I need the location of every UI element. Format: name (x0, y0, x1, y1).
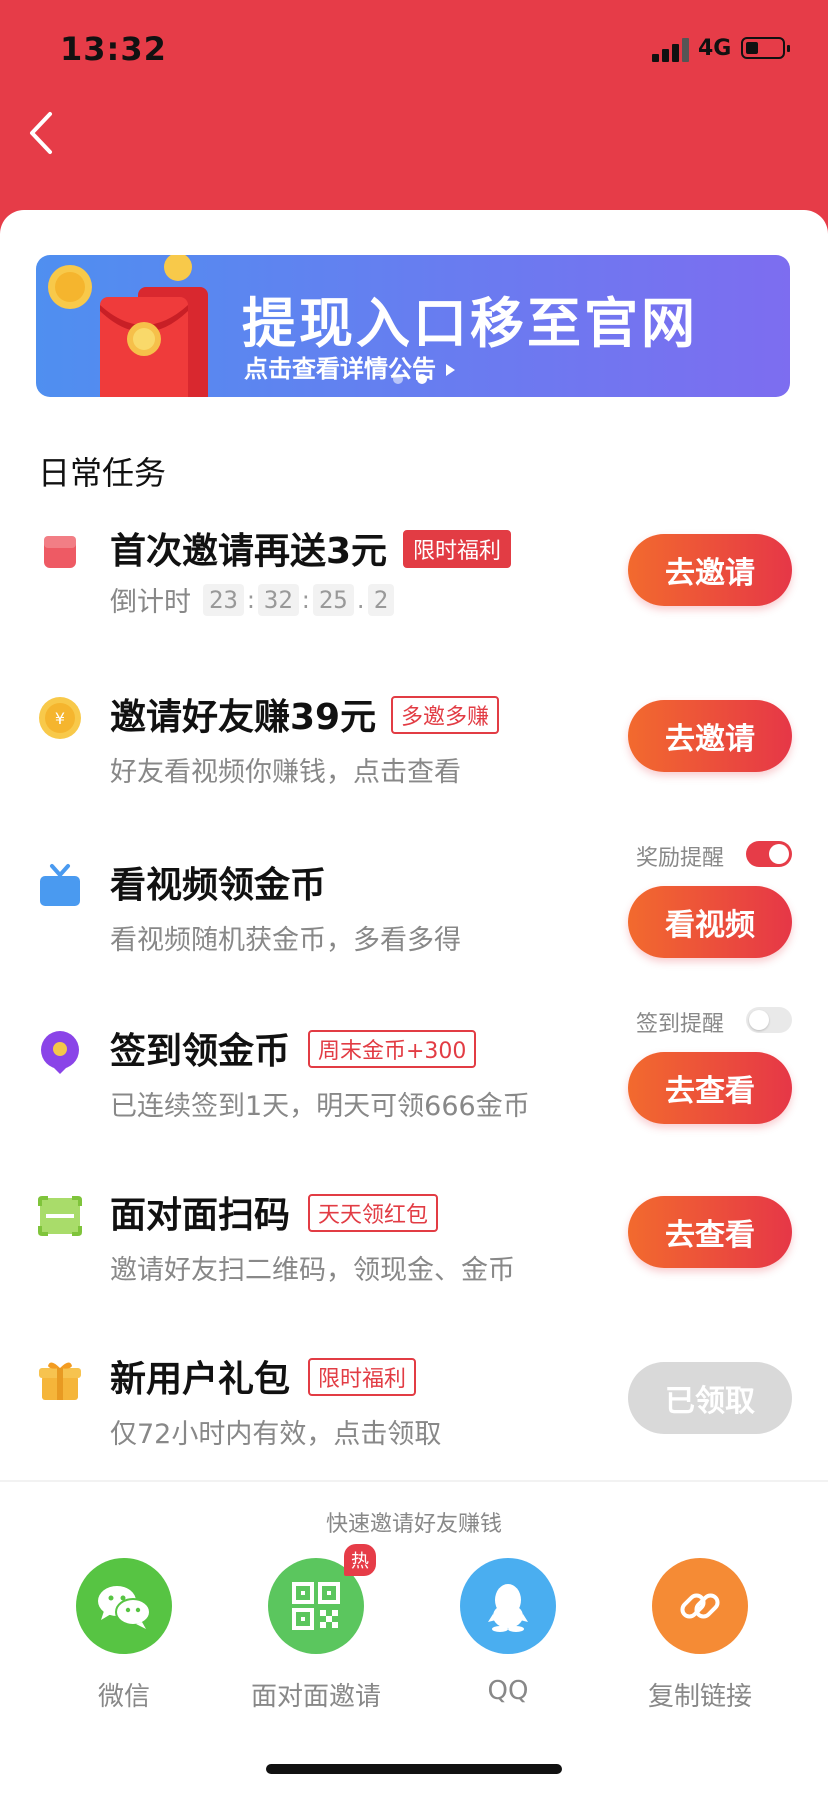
share-copy-link-button[interactable]: 复制链接 (620, 1558, 780, 1718)
task-title: 签到领金币 (110, 1031, 291, 1072)
red-envelope-icon (48, 255, 208, 397)
share-panel: 快速邀请好友赚钱 微信 热 面对面邀请 QQ 复制链接 (0, 1480, 828, 1794)
pagination-dot-active (417, 374, 427, 384)
task-row-invite-friends: ¥ 邀请好友赚39元 多邀多赚 好友看视频你赚钱，点击查看 去邀请 (0, 678, 828, 828)
red-envelope-icon (44, 536, 76, 568)
task-description: 好友看视频你赚钱，点击查看 (110, 757, 461, 788)
reward-reminder-toggle[interactable] (746, 841, 792, 867)
scan-icon (38, 1196, 82, 1236)
task-description: 邀请好友扫二维码，领现金、金币 (110, 1255, 515, 1286)
task-description: 已连续签到1天，明天可领666金币 (110, 1091, 530, 1122)
network-label: 4G (698, 36, 732, 61)
countdown-minutes: 32 (257, 583, 299, 616)
back-button[interactable] (24, 108, 64, 158)
reward-reminder-label: 奖励提醒 (636, 846, 725, 871)
svg-text:¥: ¥ (55, 709, 65, 728)
task-badge: 周末金币+300 (308, 1030, 477, 1068)
tv-icon (40, 864, 80, 906)
share-title: 快速邀请好友赚钱 (325, 1512, 502, 1537)
invite-button[interactable]: 去邀请 (628, 534, 792, 606)
share-label: 面对面邀请 (250, 1682, 381, 1712)
checkin-reminder-label: 签到提醒 (636, 1012, 725, 1037)
link-icon (680, 1593, 720, 1619)
triangle-right-icon (446, 364, 456, 376)
task-badge: 多邀多赚 (391, 696, 500, 734)
copy-link-circle (652, 1558, 748, 1654)
share-label: 复制链接 (647, 1682, 752, 1712)
wechat-icon (98, 1586, 151, 1629)
share-label: QQ (487, 1676, 529, 1706)
countdown-timer: 倒计时 23: 32: 25. 2 (110, 580, 395, 619)
share-face-to-face-button[interactable]: 热 面对面邀请 (236, 1544, 396, 1718)
banner-pagination (393, 374, 433, 384)
wechat-circle (76, 1558, 172, 1654)
qq-icon (488, 1584, 528, 1632)
task-title: 邀请好友赚39元 (110, 697, 377, 738)
task-badge: 限时福利 (403, 530, 512, 568)
share-label: 微信 (97, 1682, 150, 1712)
qr-code-icon (292, 1582, 340, 1630)
task-description: 看视频随机获金币，多看多得 (110, 925, 461, 956)
task-description: 仅72小时内有效，点击领取 (110, 1419, 442, 1450)
scan-view-button[interactable]: 去查看 (628, 1196, 792, 1268)
task-title: 面对面扫码 (110, 1195, 291, 1236)
watch-video-button[interactable]: 看视频 (628, 886, 792, 958)
share-wechat-button[interactable]: 微信 (44, 1558, 204, 1718)
chevron-left-icon (30, 112, 52, 154)
battery-icon (741, 37, 790, 59)
coin-icon: ¥ (39, 697, 81, 739)
status-bar: 13:32 4G (0, 0, 828, 100)
hot-badge: 热 (344, 1544, 376, 1576)
signal-icon (652, 38, 690, 62)
task-title: 新用户礼包 (110, 1359, 291, 1400)
gift-icon (39, 1362, 81, 1400)
task-row-check-in: 签到领金币 周末金币+300 已连续签到1天，明天可领666金币 签到提醒 去查… (0, 1007, 828, 1162)
countdown-hours: 23 (203, 583, 244, 616)
countdown-tenths: 2 (367, 583, 395, 616)
claimed-button[interactable]: 已领取 (628, 1362, 792, 1434)
pagination-dot (393, 374, 403, 384)
banner-title: 提现入口移至官网 (242, 292, 698, 355)
status-time: 13:32 (60, 30, 167, 68)
checkin-reminder-toggle[interactable] (746, 1007, 792, 1033)
task-badge: 限时福利 (308, 1358, 417, 1396)
home-indicator[interactable] (266, 1764, 562, 1774)
share-qq-button[interactable]: QQ (428, 1558, 588, 1718)
invite-button[interactable]: 去邀请 (628, 700, 792, 772)
countdown-label: 倒计时 (110, 587, 191, 618)
qq-circle (460, 1558, 556, 1654)
section-title: 日常任务 (38, 454, 167, 492)
check-in-button[interactable]: 去查看 (628, 1052, 792, 1124)
location-pin-icon (41, 1031, 79, 1074)
task-row-new-user-gift: 新用户礼包 限时福利 仅72小时内有效，点击领取 已领取 (0, 1340, 828, 1490)
countdown-seconds: 25 (312, 583, 354, 616)
task-title: 看视频领金币 (110, 865, 327, 906)
task-row-face-to-face-scan: 面对面扫码 天天领红包 邀请好友扫二维码，领现金、金币 去查看 (0, 1176, 828, 1326)
task-badge: 天天领红包 (308, 1194, 439, 1232)
task-row-first-invite: 首次邀请再送3元 限时福利 倒计时 23: 32: 25. 2 去邀请 (0, 512, 828, 662)
task-title: 首次邀请再送3元 (110, 531, 388, 572)
task-row-watch-video: 看视频领金币 看视频随机获金币，多看多得 奖励提醒 看视频 (0, 841, 828, 996)
